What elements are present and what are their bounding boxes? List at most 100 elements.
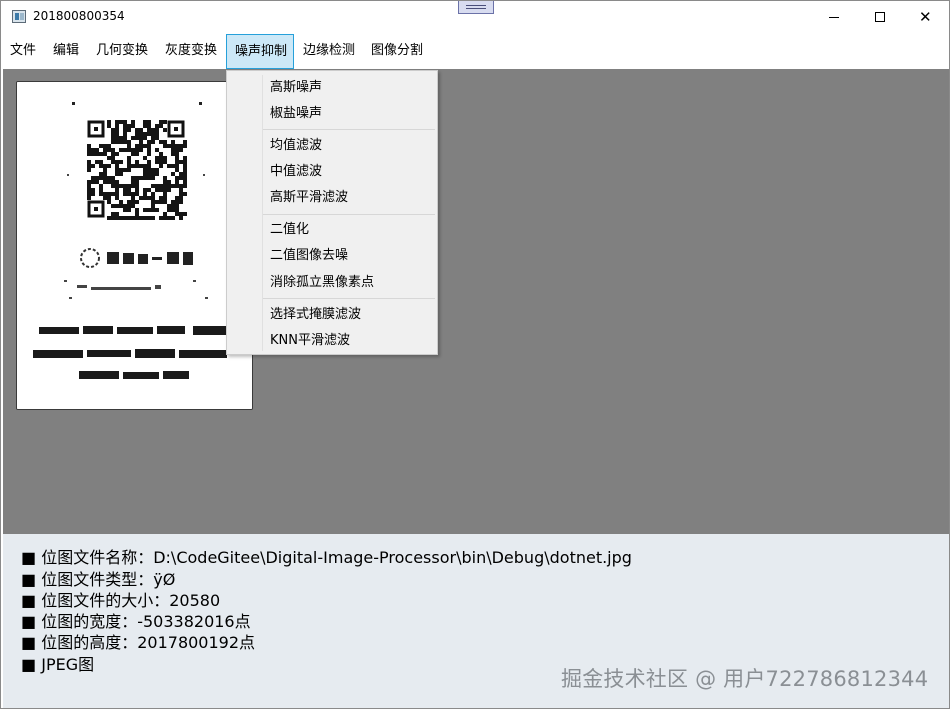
qr-module bbox=[111, 160, 115, 164]
qr-module bbox=[143, 124, 147, 128]
qr-module bbox=[147, 164, 151, 168]
qr-module bbox=[183, 180, 187, 184]
qr-module bbox=[135, 152, 139, 156]
qr-module bbox=[115, 180, 119, 184]
menu-item-binary-denoise[interactable]: 二值图像去噪 bbox=[270, 245, 348, 267]
qr-module bbox=[99, 152, 103, 156]
qr-module bbox=[119, 160, 123, 164]
menu-edge-detection[interactable]: 边缘检测 bbox=[303, 33, 355, 69]
qr-module bbox=[127, 160, 131, 164]
qr-module bbox=[99, 192, 103, 196]
qr-module bbox=[135, 176, 139, 180]
qr-module bbox=[123, 208, 127, 212]
info-filesize: 位图文件的大小：20580 bbox=[41, 591, 221, 610]
qr-module bbox=[135, 216, 139, 220]
menu-item-mean-filter[interactable]: 均值滤波 bbox=[270, 135, 322, 157]
qr-module bbox=[87, 168, 91, 172]
qr-module bbox=[115, 152, 119, 156]
qr-module bbox=[115, 204, 119, 208]
menu-gray-transform[interactable]: 灰度变换 bbox=[165, 33, 217, 69]
qr-module bbox=[171, 184, 175, 188]
qr-module bbox=[151, 176, 155, 180]
qr-module bbox=[131, 164, 135, 168]
qr-module bbox=[139, 132, 143, 136]
qr-module bbox=[147, 120, 151, 124]
qr-module bbox=[179, 216, 183, 220]
qr-module bbox=[123, 128, 127, 132]
qr-module bbox=[143, 120, 147, 124]
qr-module bbox=[147, 208, 151, 212]
menu-item-gaussian-smooth-filter[interactable]: 高斯平滑滤波 bbox=[270, 187, 348, 209]
menu-item-knn-smooth-filter[interactable]: KNN平滑滤波 bbox=[270, 330, 350, 352]
app-icon bbox=[12, 10, 26, 23]
qr-module bbox=[183, 168, 187, 172]
menu-item-gaussian-noise[interactable]: 高斯噪声 bbox=[270, 77, 322, 99]
qr-module bbox=[127, 128, 131, 132]
menu-image-segmentation[interactable]: 图像分割 bbox=[371, 33, 423, 69]
qr-module bbox=[131, 196, 135, 200]
close-button[interactable]: ✕ bbox=[903, 1, 949, 33]
qr-module bbox=[131, 152, 135, 156]
qr-module bbox=[115, 216, 119, 220]
qr-module bbox=[87, 180, 91, 184]
qr-module bbox=[131, 180, 135, 184]
qr-module bbox=[179, 192, 183, 196]
minimize-button[interactable] bbox=[811, 1, 857, 33]
qr-module bbox=[143, 144, 147, 148]
qr-module bbox=[151, 132, 155, 136]
qr-module bbox=[107, 120, 111, 124]
menu-item-binarize[interactable]: 二值化 bbox=[270, 219, 309, 241]
qr-module bbox=[111, 140, 115, 144]
qr-module bbox=[151, 192, 155, 196]
qr-module bbox=[95, 176, 99, 180]
maximize-button[interactable] bbox=[857, 1, 903, 33]
qr-module bbox=[127, 148, 131, 152]
qr-module bbox=[159, 216, 163, 220]
maximize-icon bbox=[875, 12, 885, 22]
info-line: ■ 位图文件名称：D:\CodeGitee\Digital-Image-Proc… bbox=[21, 547, 632, 568]
menu-item-remove-isolated-pixels[interactable]: 消除孤立黑像素点 bbox=[270, 272, 374, 294]
qr-module bbox=[131, 176, 135, 180]
qr-module bbox=[175, 196, 179, 200]
menu-edit[interactable]: 编辑 bbox=[53, 33, 79, 69]
qr-module bbox=[87, 188, 91, 192]
qr-module bbox=[151, 168, 155, 172]
qr-module bbox=[175, 144, 179, 148]
menu-file[interactable]: 文件 bbox=[10, 33, 36, 69]
qr-module bbox=[131, 200, 135, 204]
image-canvas bbox=[3, 69, 949, 534]
qr-module bbox=[163, 212, 167, 216]
qr-module bbox=[175, 184, 179, 188]
qr-module bbox=[95, 152, 99, 156]
qr-module bbox=[111, 192, 115, 196]
menu-item-selective-mask-filter[interactable]: 选择式掩膜滤波 bbox=[270, 304, 361, 326]
qr-module bbox=[147, 132, 151, 136]
qr-module bbox=[183, 176, 187, 180]
info-line: ■ 位图的宽度：-503382016点 bbox=[21, 611, 251, 632]
qr-module bbox=[127, 164, 131, 168]
menu-item-salt-pepper-noise[interactable]: 椒盐噪声 bbox=[270, 103, 322, 125]
qr-module bbox=[175, 168, 179, 172]
qr-module bbox=[127, 188, 131, 192]
qr-module bbox=[107, 176, 111, 180]
qr-module bbox=[107, 164, 111, 168]
menu-geometric-transform[interactable]: 几何变换 bbox=[96, 33, 148, 69]
qr-module bbox=[119, 168, 123, 172]
menu-noise-suppression[interactable]: 噪声抑制 bbox=[226, 34, 294, 69]
qr-module bbox=[111, 216, 115, 220]
qr-module bbox=[143, 156, 147, 160]
qr-module bbox=[115, 128, 119, 132]
qr-module bbox=[143, 176, 147, 180]
qr-module bbox=[163, 180, 167, 184]
qr-module bbox=[167, 180, 171, 184]
menu-item-median-filter[interactable]: 中值滤波 bbox=[270, 161, 322, 183]
qr-module bbox=[155, 188, 159, 192]
qr-module bbox=[123, 136, 127, 140]
drag-handle-icon[interactable] bbox=[458, 1, 494, 14]
menu-separator bbox=[263, 298, 435, 299]
menu-bar: 文件 编辑 几何变换 灰度变换 噪声抑制 边缘检测 图像分割 bbox=[1, 33, 949, 69]
qr-module bbox=[163, 196, 167, 200]
qr-module bbox=[91, 148, 95, 152]
qr-module bbox=[155, 132, 159, 136]
title-bar[interactable]: 201800800354 ✕ bbox=[1, 1, 949, 33]
